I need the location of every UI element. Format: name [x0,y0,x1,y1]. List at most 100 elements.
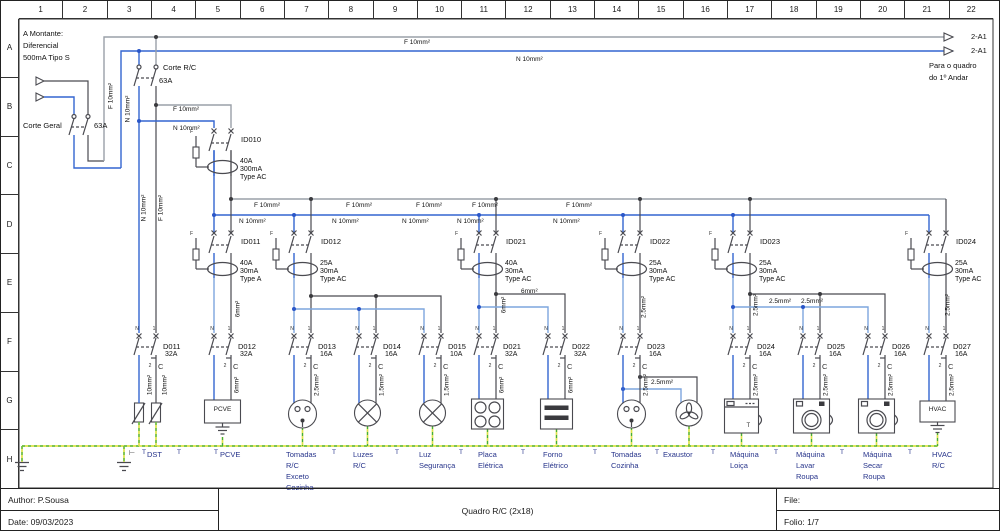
wire-size-label: 6mm² [521,288,538,295]
feeder-ref-phase: 2-A1 [971,32,987,41]
upstream-note: A Montante: Diferencial 500mA Tipo S [23,28,70,64]
svg-text:C: C [822,362,828,371]
earth-terminal-mark: T [908,449,912,456]
wire-size-label: N 10mm² [332,218,359,225]
rcd-ID012-symbol [273,231,318,279]
svg-text:C: C [948,362,954,371]
earth-clamp-glyph: ⊢ [129,449,135,457]
svg-text:C: C [233,362,239,371]
wire-size-label: F 10mm² [254,202,280,209]
earth-terminal-mark: T [774,449,778,456]
svg-text:1: 1 [882,326,885,332]
breaker-D025-rating: 16A [829,351,841,358]
rcd-ID011-symbol [193,231,238,279]
feeder-arrow-icon [944,47,953,55]
rcd-ID024-type: Type AC [955,276,981,283]
rcd-ID024-symbol [908,231,953,279]
rcd-ID022-type: Type AC [649,276,675,283]
load-box-text: HVAC [929,406,947,413]
load-label: DST [147,449,162,460]
load-label: Máquina Secar Roupa [863,449,892,482]
rcd-ID022-symbol [602,231,647,279]
load-exaustor-icon [676,400,702,426]
breaker-D015-wire-label: 1.5mm² [444,374,451,396]
rcd-ID023-rating: 25A [759,260,771,267]
rcd-test-mark: F [905,231,908,237]
title-block-folio: Folio: 1/7 [777,510,1000,531]
feeder-ref-neutral: 2-A1 [971,46,987,55]
wire-size-label: 2.5mm² [641,296,648,318]
svg-text:N: N [475,326,479,332]
supply-arrow-icon [36,77,44,85]
svg-text:T: T [747,423,751,429]
svg-text:1: 1 [943,326,946,332]
drawing-area-border [19,19,993,488]
load-label: Forno Elétrico [543,449,568,471]
svg-text:1: 1 [228,326,231,332]
rcd-ID023-sensitivity: 30mA [759,268,777,275]
svg-text:C: C [887,362,893,371]
junction-dots [137,35,822,391]
svg-text:N: N [420,326,424,332]
rcd-ID023-type: Type AC [759,276,785,283]
load-máquina-loiça-icon: T [725,399,762,433]
load-label: Luz Segurança [419,449,455,471]
feeder-arrow-icon [944,33,953,41]
corte-rc-switch-symbol [134,65,158,86]
svg-text:1: 1 [562,326,565,332]
rcd-ID011-label: ID011 [241,237,260,246]
wire-size-label: F 10mm² [108,83,115,109]
title-block-file: File: [777,489,1000,510]
earth-terminal-mark: T [395,449,399,456]
breaker-D022-wire-label: 6mm² [568,377,575,394]
load-máquina-secar-roupa-icon [859,399,898,433]
wire-size-label: F 10mm² [566,202,592,209]
title-block: Author: P.Sousa Date: 09/03/2023 Quadro … [1,488,1000,531]
rcd-ID012-sensitivity: 30mA [320,268,338,275]
earth-terminal-mark: T [840,449,844,456]
load-placa-elétrica-icon [472,399,504,429]
svg-text:C: C [313,362,319,371]
rcd-ID022-rating: 25A [649,260,661,267]
corte-rc-rating: 63A [159,76,172,85]
breaker-D011-rating: 32A [165,351,177,358]
svg-text:2: 2 [149,363,152,369]
svg-text:C: C [498,362,504,371]
svg-text:2: 2 [558,363,561,369]
corte-geral-rating: 63A [94,121,107,130]
breaker-D022-rating: 32A [574,351,586,358]
load-label: Tomadas R/C Exceto Cozinha [286,449,316,493]
svg-text:N: N [290,326,294,332]
rcd-ID022-sensitivity: 30mA [649,268,667,275]
load-label: Máquina Lavar Roupa [796,449,825,482]
svg-text:2: 2 [878,363,881,369]
svg-text:2: 2 [434,363,437,369]
breaker-D027-label: D027 [953,342,971,351]
load-luz-segurança-icon [420,400,446,426]
svg-text:1: 1 [308,326,311,332]
rcd-ID010-sensitivity: 300mA [240,166,262,173]
load-label: Máquina Loiça [730,449,759,471]
rcd-ID021-rating: 40A [505,260,517,267]
wire-size-label: 2.5mm² [945,294,952,316]
wire-size-label: 2.5mm² [769,298,791,305]
earth-terminal-mark: T [142,449,146,456]
wire-size-label: 6mm² [501,297,508,314]
breaker-D023-wire-label: 2.5mm² [643,374,650,396]
load-tomadas-r/c-exceto-cozinha-icon [289,400,317,428]
rcd-ID021-type: Type AC [505,276,531,283]
svg-text:C: C [443,362,449,371]
breaker-D027-wire-label: 2.5mm² [949,374,956,396]
incoming-wiring [36,33,953,333]
rcd-ID021-symbol [458,231,503,279]
load-label: PCVE [220,449,240,460]
breaker-D011-wire-label: 10mm² [147,375,154,395]
svg-text:2: 2 [939,363,942,369]
load-box-text: PCVE [214,406,232,413]
earth-terminal-mark: T [711,449,715,456]
svg-text:2: 2 [224,363,227,369]
wire-size-label: 2.5mm² [651,379,673,386]
ground-icon [117,463,131,471]
breaker-D024-wire-label: 2.5mm² [753,374,760,396]
corte-geral-switch-symbol [69,115,90,136]
